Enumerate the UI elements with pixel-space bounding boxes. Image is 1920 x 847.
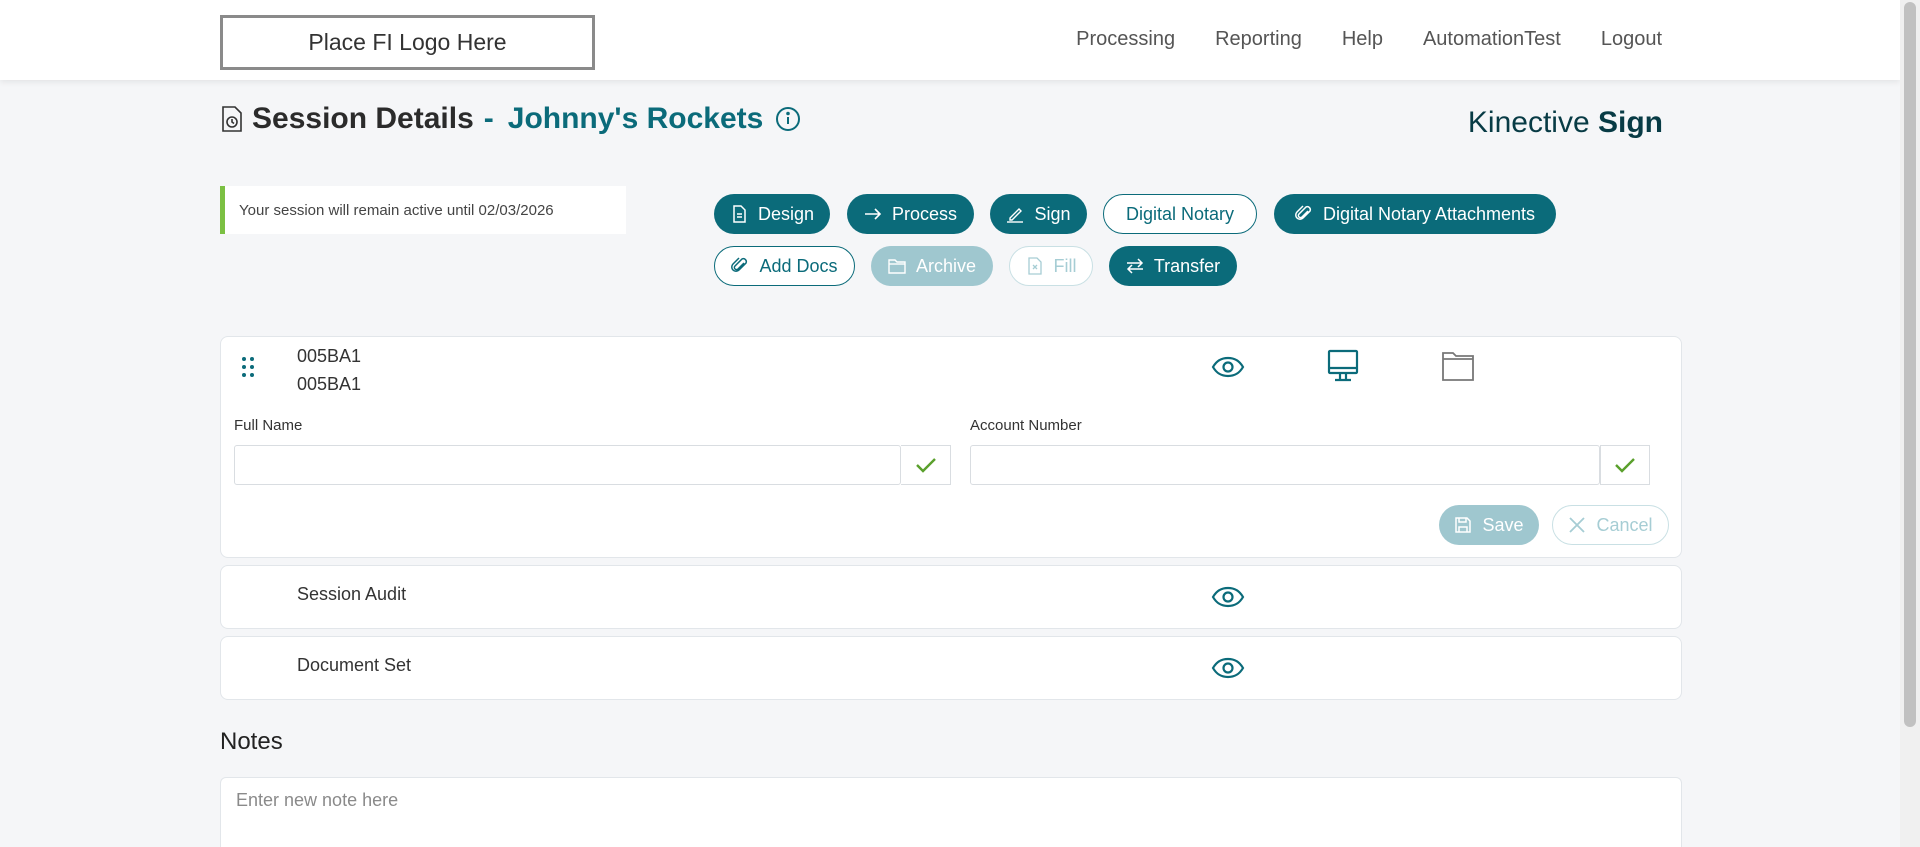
sign-label: Sign bbox=[1034, 203, 1071, 224]
transfer-label: Transfer bbox=[1153, 255, 1221, 276]
design-button[interactable]: Design bbox=[714, 194, 830, 234]
swap-icon bbox=[1126, 258, 1143, 274]
page-title: Session Details bbox=[252, 102, 474, 135]
document-history-icon bbox=[222, 106, 242, 132]
document-set-row: Document Set bbox=[220, 636, 1682, 700]
sign-button[interactable]: Sign bbox=[990, 194, 1087, 234]
brand-logo: Kinective Sign bbox=[1468, 106, 1663, 140]
eye-icon[interactable] bbox=[1211, 586, 1245, 608]
document-set-label: Document Set bbox=[297, 655, 412, 675]
save-button[interactable]: Save bbox=[1439, 505, 1539, 545]
folder-icon[interactable] bbox=[1441, 350, 1475, 382]
digital-notary-button[interactable]: Digital Notary bbox=[1103, 194, 1257, 234]
session-notice: Your session will remain active until 02… bbox=[220, 186, 626, 234]
notes-heading: Notes bbox=[220, 728, 283, 755]
folder-icon bbox=[888, 259, 906, 274]
notes-input[interactable] bbox=[220, 777, 1682, 847]
full-name-input[interactable] bbox=[234, 445, 901, 485]
add-docs-button[interactable]: Add Docs bbox=[714, 246, 855, 286]
nav-processing[interactable]: Processing bbox=[1076, 28, 1175, 51]
monitor-icon[interactable] bbox=[1326, 349, 1360, 383]
archive-button[interactable]: Archive bbox=[871, 246, 993, 286]
fill-label: Fill bbox=[1053, 255, 1077, 276]
account-number-label: Account Number bbox=[970, 417, 1082, 434]
document-id: 005BA1 bbox=[297, 346, 362, 366]
nav-logout[interactable]: Logout bbox=[1601, 28, 1662, 51]
arrow-right-icon bbox=[864, 208, 882, 220]
drag-handle-icon[interactable] bbox=[241, 355, 255, 379]
page-scrollbar[interactable] bbox=[1900, 0, 1920, 847]
process-label: Process bbox=[891, 203, 958, 224]
nav-reporting[interactable]: Reporting bbox=[1215, 28, 1302, 51]
save-label: Save bbox=[1482, 514, 1524, 535]
cancel-label: Cancel bbox=[1596, 514, 1653, 535]
top-bar: Place FI Logo Here Processing Reporting … bbox=[0, 0, 1900, 80]
check-icon bbox=[1615, 458, 1635, 473]
logo-placeholder[interactable]: Place FI Logo Here bbox=[220, 15, 595, 70]
account-number-confirm-button[interactable] bbox=[1600, 445, 1650, 485]
page-header: Session Details - Johnny's Rockets bbox=[220, 102, 801, 136]
file-x-icon bbox=[1027, 257, 1042, 275]
check-icon bbox=[915, 458, 936, 473]
title-separator: - bbox=[483, 102, 494, 135]
main-nav: Processing Reporting Help AutomationTest… bbox=[1076, 28, 1662, 51]
paperclip-icon bbox=[731, 257, 748, 272]
client-name: Johnny's Rockets bbox=[507, 102, 764, 135]
full-name-confirm-button[interactable] bbox=[901, 445, 951, 485]
document-icon bbox=[733, 205, 746, 223]
document-id-secondary: 005BA1 bbox=[297, 374, 362, 394]
brand-bold: Sign bbox=[1598, 106, 1663, 139]
design-label: Design bbox=[757, 203, 815, 224]
digital-notary-attachments-button[interactable]: Digital Notary Attachments bbox=[1274, 194, 1556, 234]
close-icon bbox=[1569, 517, 1586, 533]
brand-light: Kinective bbox=[1467, 106, 1590, 139]
paperclip-icon bbox=[1294, 205, 1311, 220]
floppy-disk-icon bbox=[1455, 517, 1472, 533]
eye-icon[interactable] bbox=[1211, 657, 1245, 679]
document-card: 005BA1 005BA1 Full Name Account Number S… bbox=[220, 336, 1682, 558]
process-button[interactable]: Process bbox=[847, 194, 974, 234]
account-number-input[interactable] bbox=[970, 445, 1600, 485]
archive-label: Archive bbox=[915, 255, 977, 276]
cancel-button[interactable]: Cancel bbox=[1552, 505, 1669, 545]
session-audit-label: Session Audit bbox=[297, 584, 407, 604]
digital-notary-attachments-label: Digital Notary Attachments bbox=[1322, 203, 1536, 224]
pen-icon bbox=[1007, 208, 1024, 223]
fill-button[interactable]: Fill bbox=[1009, 246, 1093, 286]
nav-user[interactable]: AutomationTest bbox=[1423, 28, 1561, 51]
transfer-button[interactable]: Transfer bbox=[1109, 246, 1237, 286]
scrollbar-thumb[interactable] bbox=[1904, 2, 1916, 727]
nav-help[interactable]: Help bbox=[1342, 28, 1383, 51]
full-name-label: Full Name bbox=[234, 417, 303, 434]
digital-notary-label: Digital Notary bbox=[1125, 203, 1235, 224]
add-docs-label: Add Docs bbox=[759, 255, 838, 276]
info-icon[interactable] bbox=[775, 106, 801, 132]
eye-icon[interactable] bbox=[1211, 356, 1245, 378]
session-audit-row: Session Audit bbox=[220, 565, 1682, 629]
